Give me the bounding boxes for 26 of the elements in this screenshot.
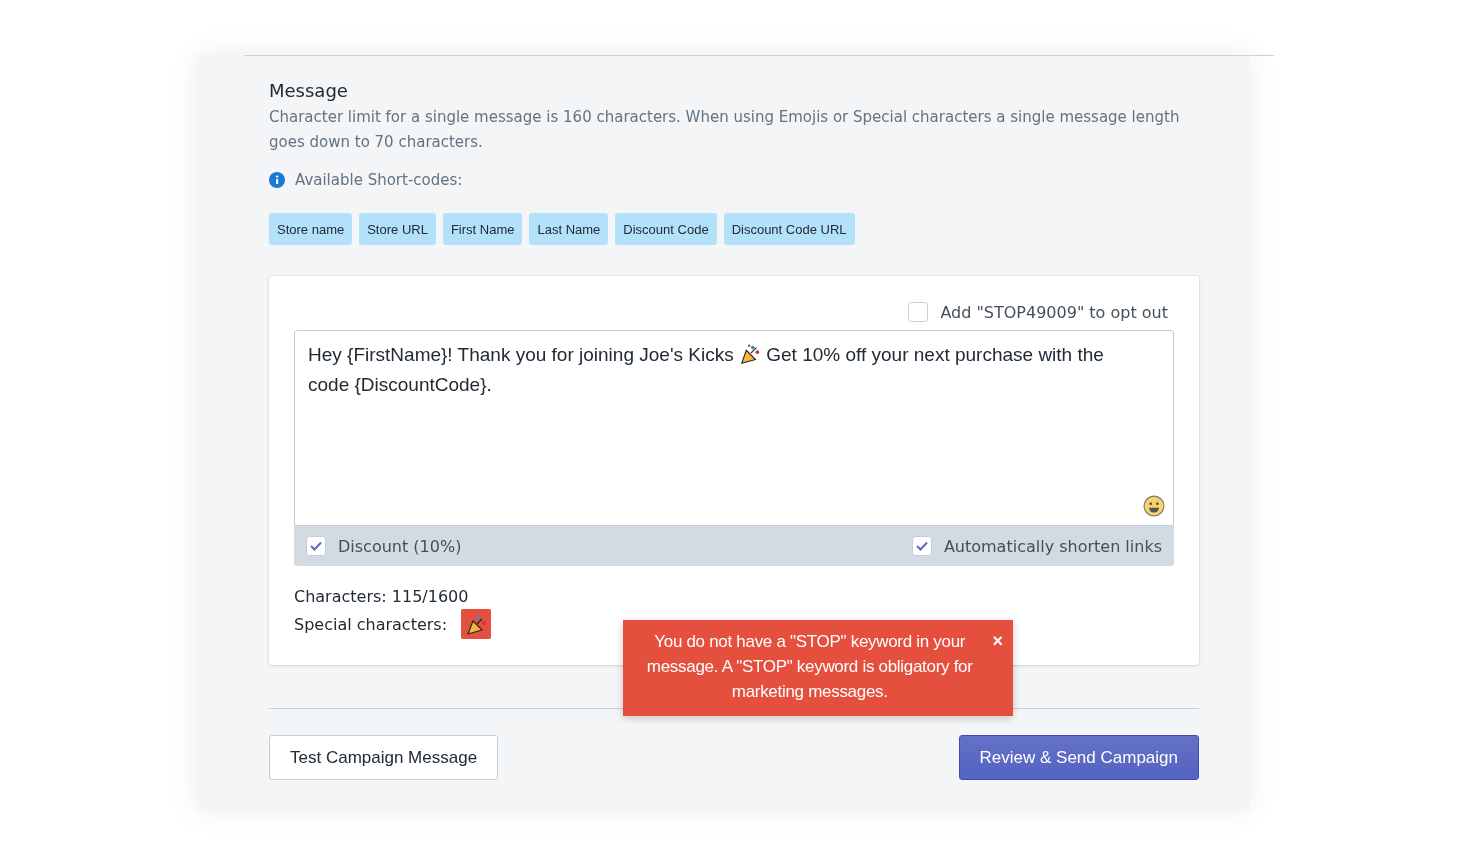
character-count: Characters: 115/1600 [294, 586, 470, 608]
review-send-button[interactable]: Review & Send Campaign [958, 735, 1199, 780]
checkbox[interactable] [908, 302, 929, 322]
info-icon [269, 172, 285, 188]
opt-out-label: Add "STOP49009" to opt out [940, 302, 1168, 322]
checkbox[interactable] [911, 536, 932, 556]
message-input[interactable]: Hey {FirstName}! Thank you for joining Joe's Kicks Get 10% off your next purchase with the code {DiscountCode}. [294, 330, 1174, 526]
section-description: Character limit for a single message is 160 characters. When using Emojis or Special characters a single message length goes down to 70 characters. [269, 107, 1181, 153]
option-label: Automatically shorten links [943, 536, 1162, 556]
smiley-icon[interactable] [1143, 495, 1165, 517]
toast-message: You do not have a "STOP" keyword in your message. A "STOP" keyword is obligatory for marketing messages. [645, 631, 974, 703]
party-popper-icon [738, 343, 761, 365]
shortcode-tag[interactable]: First Name [442, 213, 523, 245]
shortcodes-label: Available Short-codes: [295, 171, 463, 189]
shortcode-tag[interactable]: Discount Code [615, 213, 717, 245]
shortcode-tag[interactable]: Store name [269, 213, 353, 245]
section-title: Message [269, 80, 349, 101]
test-campaign-button[interactable]: Test Campaign Message [269, 735, 499, 780]
option-label: Discount (10%) [338, 536, 462, 556]
shortcode-tag[interactable]: Discount Code URL [723, 213, 855, 245]
shortcode-tag[interactable]: Last Name [529, 213, 609, 245]
party-popper-icon [461, 609, 492, 639]
shortcode-tag[interactable]: Store URL [359, 213, 436, 245]
close-button[interactable]: × [992, 629, 1003, 653]
checkbox[interactable] [306, 536, 326, 556]
special-characters-label: Special characters: [294, 613, 448, 636]
